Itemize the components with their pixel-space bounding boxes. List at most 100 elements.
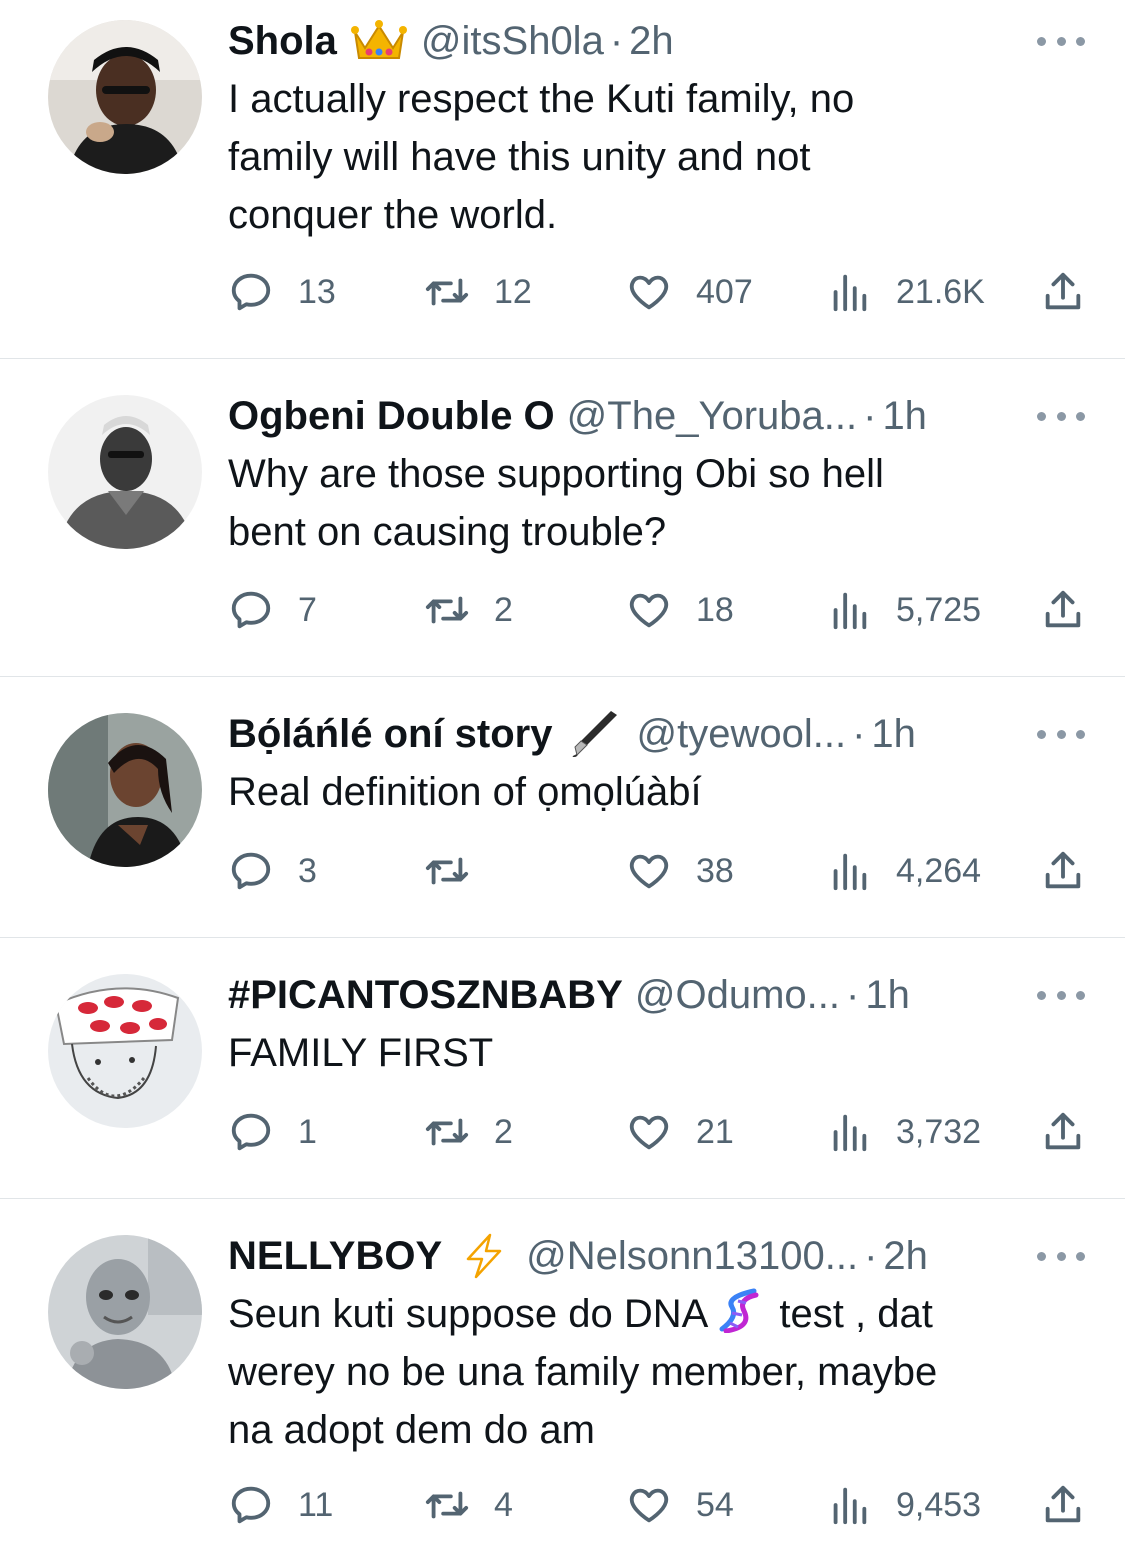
tweet-actions: 3 38 4,264	[228, 846, 1088, 896]
views-button[interactable]: 21.6K	[826, 267, 985, 317]
views-button[interactable]: 4,264	[826, 846, 981, 896]
heart-icon	[629, 275, 669, 310]
more-options-icon[interactable]	[1037, 724, 1085, 744]
reply-count: 1	[298, 1112, 317, 1151]
avatar[interactable]	[48, 395, 202, 549]
tweet[interactable]: NELLYBOY @Nelsonn13100... · 2h Seun kuti…	[0, 1199, 1125, 1551]
heart-icon	[629, 1115, 669, 1150]
username-handle[interactable]: @Odumo...	[635, 970, 840, 1020]
more-options-icon[interactable]	[1037, 985, 1085, 1005]
tweet[interactable]: Shola @itsSh0la · 2h I actually respect …	[0, 0, 1125, 359]
username-handle[interactable]: @itsSh0la	[421, 16, 604, 66]
reply-count: 3	[298, 851, 317, 890]
display-name[interactable]: #PICANTOSZNBABY	[228, 970, 623, 1020]
tweet-actions: 13 12 407 21.6K	[228, 267, 1088, 317]
retweet-count: 4	[494, 1485, 513, 1524]
tweet-text: FAMILY FIRST	[228, 1031, 494, 1075]
tweet[interactable]: Bọ́láńlé oní story @tyewool... · 1h Real…	[0, 677, 1125, 938]
reply-icon	[231, 852, 271, 890]
timestamp[interactable]: 1h	[865, 970, 910, 1020]
timestamp[interactable]: 2h	[629, 16, 674, 66]
retweet-button[interactable]: 4	[424, 1480, 513, 1530]
retweet-button[interactable]: 2	[424, 585, 513, 635]
like-count: 38	[696, 851, 734, 890]
retweet-count: 2	[494, 590, 513, 629]
heart-icon	[629, 1488, 669, 1523]
more-options-icon[interactable]	[1037, 31, 1085, 51]
display-name[interactable]: Ogbeni Double O	[228, 391, 555, 441]
more-options-icon[interactable]	[1037, 406, 1085, 426]
share-button[interactable]	[1040, 1107, 1086, 1157]
display-name[interactable]: NELLYBOY	[228, 1231, 442, 1281]
like-button[interactable]: 407	[626, 267, 753, 317]
heart-icon	[629, 854, 669, 889]
display-name[interactable]: Bọ́láńlé oní story	[228, 709, 553, 759]
share-button[interactable]	[1040, 585, 1086, 635]
reply-button[interactable]: 1	[228, 1107, 317, 1157]
retweet-count: 12	[494, 272, 532, 311]
separator-dot: ·	[864, 1234, 878, 1278]
retweet-button[interactable]: 12	[424, 267, 532, 317]
retweet-icon	[425, 857, 469, 885]
retweet-button[interactable]	[424, 846, 494, 896]
share-icon	[1045, 272, 1081, 310]
timestamp[interactable]: 1h	[882, 391, 927, 441]
share-button[interactable]	[1040, 1480, 1086, 1530]
retweet-button[interactable]: 2	[424, 1107, 513, 1157]
lightning-icon	[454, 1233, 514, 1279]
share-button[interactable]	[1040, 846, 1086, 896]
reply-count: 11	[298, 1485, 334, 1524]
views-button[interactable]: 3,732	[826, 1107, 981, 1157]
separator-dot: ·	[846, 973, 860, 1017]
tweet-header: NELLYBOY @Nelsonn13100... · 2h	[228, 1231, 1085, 1281]
share-icon	[1045, 851, 1081, 889]
like-button[interactable]: 18	[626, 585, 734, 635]
like-count: 18	[696, 590, 734, 629]
tweet-header: #PICANTOSZNBABY @Odumo... · 1h	[228, 970, 1085, 1020]
retweet-icon	[425, 278, 469, 306]
like-count: 407	[696, 272, 753, 311]
like-button[interactable]: 54	[626, 1480, 734, 1530]
like-button[interactable]: 38	[626, 846, 734, 896]
tweet-actions: 1 2 21 3,732	[228, 1107, 1088, 1157]
tweet-text: Real definition of ọmọlúàbí	[228, 770, 702, 814]
more-options-icon[interactable]	[1037, 1246, 1085, 1266]
view-count: 9,453	[896, 1485, 982, 1524]
view-count: 4,264	[896, 851, 982, 890]
retweet-icon	[425, 596, 469, 624]
views-button[interactable]: 9,453	[826, 1480, 981, 1530]
avatar[interactable]	[48, 1235, 202, 1389]
avatar[interactable]	[48, 974, 202, 1128]
fountain-pen-icon	[565, 711, 625, 757]
avatar[interactable]	[48, 20, 202, 174]
reply-icon	[231, 1113, 271, 1151]
avatar[interactable]	[48, 713, 202, 867]
like-button[interactable]: 21	[626, 1107, 734, 1157]
share-button[interactable]	[1040, 267, 1086, 317]
reply-button[interactable]: 11	[228, 1480, 333, 1530]
views-icon	[833, 274, 867, 312]
reply-button[interactable]: 3	[228, 846, 317, 896]
heart-icon	[629, 593, 669, 628]
views-button[interactable]: 5,725	[826, 585, 981, 635]
tweet[interactable]: #PICANTOSZNBABY @Odumo... · 1h FAMILY FI…	[0, 938, 1125, 1199]
tweet-header: Shola @itsSh0la · 2h	[228, 16, 1085, 66]
tweet-text: Seun kuti suppose do DNA test , dat were…	[228, 1285, 1085, 1459]
reply-button[interactable]: 7	[228, 585, 317, 635]
share-icon	[1045, 1112, 1081, 1150]
retweet-icon	[425, 1491, 469, 1519]
separator-dot: ·	[863, 394, 877, 438]
username-handle[interactable]: @Nelsonn13100...	[526, 1231, 858, 1281]
username-handle[interactable]: @The_Yoruba...	[567, 391, 857, 441]
like-count: 21	[696, 1112, 734, 1151]
tweet-text: Why are those supporting Obi so hell ben…	[228, 452, 884, 554]
timestamp[interactable]: 1h	[871, 709, 916, 759]
tweet-header: Bọ́láńlé oní story @tyewool... · 1h	[228, 709, 1085, 759]
timestamp[interactable]: 2h	[883, 1231, 928, 1281]
username-handle[interactable]: @tyewool...	[637, 709, 847, 759]
tweet[interactable]: Ogbeni Double O @The_Yoruba... · 1h Why …	[0, 359, 1125, 677]
display-name[interactable]: Shola	[228, 16, 337, 66]
retweet-icon	[425, 1118, 469, 1146]
reply-button[interactable]: 13	[228, 267, 336, 317]
reply-icon	[231, 273, 271, 311]
